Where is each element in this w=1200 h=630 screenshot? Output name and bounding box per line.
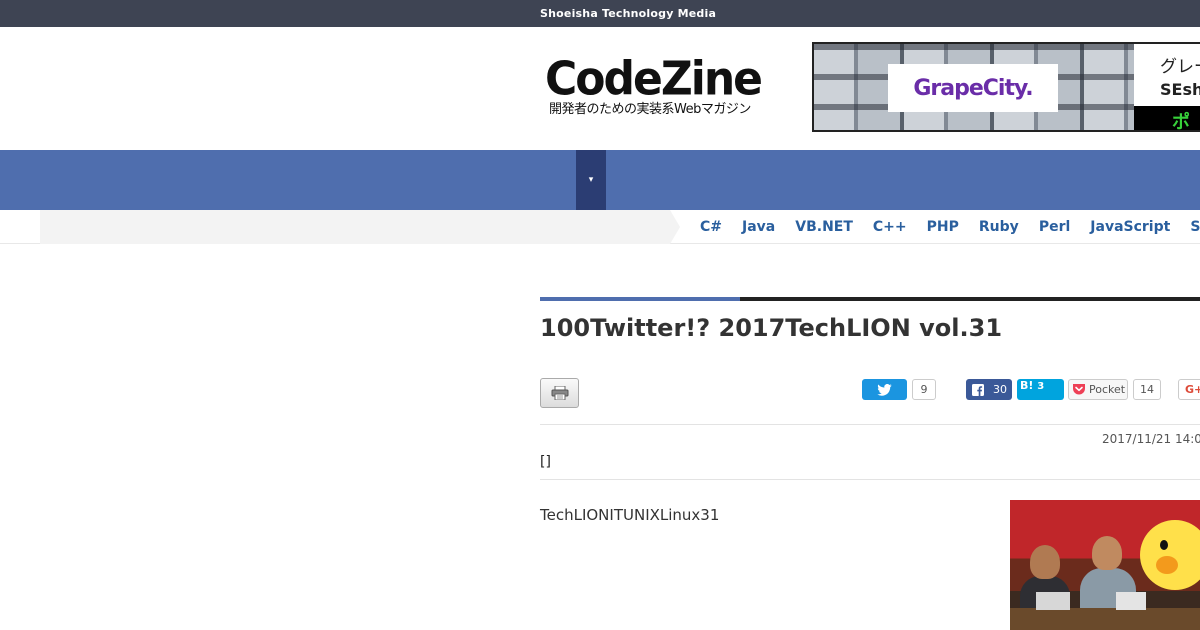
lang-link-more[interactable]: S <box>1190 219 1200 235</box>
ad-line1: グレー <box>1160 57 1200 77</box>
print-button[interactable] <box>540 378 579 408</box>
meta-divider-top <box>540 424 1200 425</box>
ad-brand-box: GrapeCity. <box>888 64 1058 112</box>
facebook-f-icon <box>972 383 984 396</box>
logo-tagline: 開発者のための実装系Webマガジン <box>549 102 751 117</box>
lang-link-perl[interactable]: Perl <box>1039 219 1070 235</box>
ad-text-panel: グレー SEsho ポ <box>1134 44 1200 132</box>
hatena-bookmark-button[interactable]: B! 3 <box>1017 379 1064 400</box>
title-rule-accent <box>540 297 740 301</box>
hatena-label: B! <box>1020 379 1034 392</box>
breadcrumb-area <box>40 210 670 244</box>
ad-line2: SEsho <box>1160 80 1200 99</box>
pocket-label: Pocket <box>1089 383 1126 396</box>
lang-link-php[interactable]: PHP <box>927 219 959 235</box>
ad-brand-text: GrapeCity. <box>913 75 1033 101</box>
article-date: 2017/11/21 14:0 <box>1102 432 1200 446</box>
twitter-share-button[interactable] <box>862 379 907 400</box>
nav-dropdown-toggle[interactable]: ▾ <box>576 150 606 210</box>
hatena-count: 3 <box>1037 381 1045 392</box>
lang-link-ruby[interactable]: Ruby <box>979 219 1019 235</box>
article-author[interactable]: [] <box>540 454 551 470</box>
pocket-button[interactable]: Pocket <box>1068 379 1128 400</box>
chevron-down-icon: ▾ <box>588 175 594 185</box>
twitter-share-count: 9 <box>912 379 936 400</box>
pocket-count: 14 <box>1133 379 1161 400</box>
facebook-share-button[interactable]: 30 <box>966 379 1012 400</box>
meta-divider-bottom <box>540 479 1200 480</box>
ad-line3: ポ <box>1172 112 1190 132</box>
ad-banner[interactable]: GrapeCity. グレー SEsho ポ <box>812 42 1200 132</box>
lang-link-csharp[interactable]: C# <box>700 219 722 235</box>
twitter-bird-icon <box>877 383 892 396</box>
logo-main-text: CodeZine <box>545 52 763 107</box>
gplus-label: G+ <box>1185 383 1200 396</box>
article-title: 100Twitter!? 2017TechLION vol.31 <box>540 314 1003 342</box>
pocket-icon <box>1073 384 1085 395</box>
topbar: Shoeisha Technology Media <box>0 0 1200 27</box>
language-links: C# Java VB.NET C++ PHP Ruby Perl JavaScr… <box>700 210 1200 244</box>
lang-link-vbnet[interactable]: VB.NET <box>795 219 853 235</box>
google-plus-button[interactable]: G+ <box>1178 379 1200 400</box>
article-photo <box>1010 500 1200 630</box>
article-lead: TechLIONITUNIXLinux31 <box>540 506 720 524</box>
lang-link-java[interactable]: Java <box>742 219 775 235</box>
printer-icon <box>551 386 568 400</box>
lang-link-cpp[interactable]: C++ <box>873 219 907 235</box>
facebook-share-count: 30 <box>993 383 1007 396</box>
site-logo[interactable]: CodeZine 開発者のための実装系Webマガジン <box>545 52 770 118</box>
lang-link-javascript[interactable]: JavaScript <box>1090 219 1170 235</box>
main-nav: ▾ <box>0 150 1200 210</box>
topbar-title[interactable]: Shoeisha Technology Media <box>540 7 716 20</box>
site-header: CodeZine 開発者のための実装系Webマガジン GrapeCity. グレ… <box>0 27 1200 150</box>
ad-cta-strip: ポ <box>1134 106 1200 132</box>
language-bar: C# Java VB.NET C++ PHP Ruby Perl JavaScr… <box>0 210 1200 244</box>
